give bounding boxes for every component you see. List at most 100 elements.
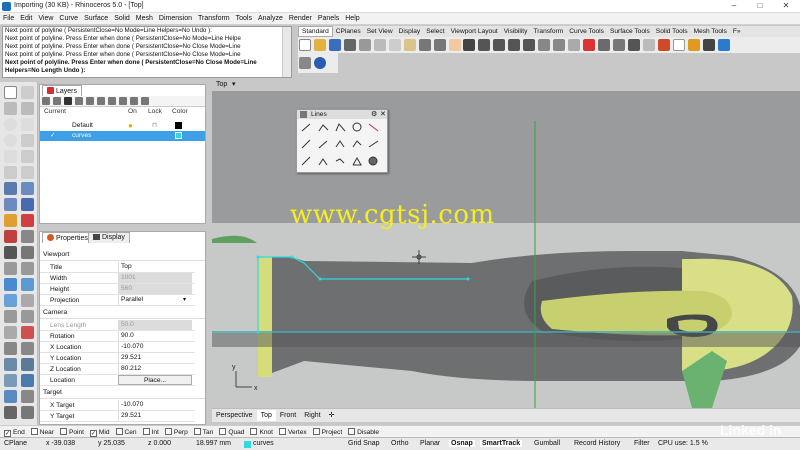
osnap-cen[interactable]: Cen: [115, 428, 137, 436]
current-layer[interactable]: curves: [253, 440, 274, 447]
line-from-midpoint-icon[interactable]: [368, 140, 379, 148]
checkbox-icon[interactable]: [250, 428, 258, 435]
osnap-point[interactable]: Point: [59, 428, 84, 436]
menu-solid[interactable]: Solid: [111, 13, 133, 22]
extrude-icon[interactable]: [4, 374, 17, 387]
osnap-vertex[interactable]: Vertex: [278, 428, 307, 436]
hide-objects-icon[interactable]: [568, 39, 581, 51]
material-icon[interactable]: [672, 39, 685, 51]
solid-tools-icon[interactable]: [21, 198, 34, 211]
menu-render[interactable]: Render: [286, 13, 315, 22]
save-icon[interactable]: [328, 39, 341, 51]
help-icon[interactable]: [141, 97, 149, 105]
arc-icon[interactable]: [21, 118, 34, 131]
line-fit-points-icon[interactable]: [368, 156, 378, 166]
split-icon[interactable]: [21, 262, 34, 275]
curve-from-objects-icon[interactable]: [4, 166, 17, 179]
checkbox-icon[interactable]: [30, 428, 38, 435]
checkbox-icon[interactable]: [219, 428, 227, 435]
record-history-toggle[interactable]: Record History: [574, 440, 620, 447]
polyline-vertex[interactable]: [466, 277, 470, 281]
checkbox-icon[interactable]: [142, 428, 150, 435]
command-prompt-continued[interactable]: Helpers=No Length Undo ):: [3, 67, 291, 75]
copy-icon[interactable]: [388, 39, 401, 51]
toolbar-drag-icon[interactable]: [300, 111, 307, 118]
open-folder-icon[interactable]: [313, 39, 326, 51]
shade-icon[interactable]: [642, 39, 655, 51]
light-icon[interactable]: [687, 39, 700, 51]
tab-visibility[interactable]: Visibility: [501, 27, 531, 36]
new-file-icon[interactable]: [299, 39, 311, 51]
point-icon[interactable]: [21, 86, 34, 99]
minimize-button[interactable]: –: [724, 1, 744, 12]
curve-icon[interactable]: [21, 102, 34, 115]
line-bisector-icon[interactable]: [318, 140, 328, 149]
gear-icon[interactable]: ⚙: [371, 110, 377, 118]
menu-help[interactable]: Help: [342, 13, 362, 22]
line-segments-icon[interactable]: [318, 124, 329, 132]
line-perpendicular-icon[interactable]: [368, 123, 379, 132]
options-gear-icon[interactable]: [702, 39, 715, 51]
render-icon[interactable]: [657, 39, 670, 51]
layer-options-icon[interactable]: [130, 97, 138, 105]
menu-tools[interactable]: Tools: [233, 13, 255, 22]
unlock-icon[interactable]: ⊓: [152, 121, 157, 129]
tab-cplanes[interactable]: CPlanes: [333, 27, 364, 36]
tab-mesh-tools[interactable]: Mesh Tools: [691, 27, 730, 36]
osnap-tan[interactable]: Tan: [193, 428, 213, 436]
maximize-button[interactable]: □: [750, 1, 770, 12]
blend-icon[interactable]: [4, 342, 17, 355]
menu-panels[interactable]: Panels: [315, 13, 342, 22]
viewport-title[interactable]: Top: [216, 81, 227, 88]
four-viewports-icon[interactable]: [538, 39, 551, 51]
checkbox-icon[interactable]: [164, 428, 172, 435]
transform-icon[interactable]: [4, 230, 17, 243]
line-four-point-icon[interactable]: [318, 158, 328, 166]
patch-icon[interactable]: [4, 390, 17, 403]
zoom-extents-icon[interactable]: [508, 39, 521, 51]
line-single-icon[interactable]: [301, 123, 311, 132]
prop-title-input[interactable]: Top: [118, 262, 192, 272]
projection-select[interactable]: Parallel: [118, 295, 192, 305]
tab-viewport-layout[interactable]: Viewport Layout: [448, 27, 501, 36]
planar-toggle[interactable]: Planar: [420, 440, 440, 447]
tab-select[interactable]: Select: [423, 27, 447, 36]
zoom-icon[interactable]: [478, 39, 491, 51]
tab-perspective[interactable]: Perspective: [212, 410, 257, 421]
move-up-icon[interactable]: [75, 97, 83, 105]
tab-display[interactable]: Display: [88, 232, 130, 243]
object-snap-icon[interactable]: [627, 39, 640, 51]
tools-icon[interactable]: [4, 406, 17, 419]
osnap-near[interactable]: Near: [30, 428, 54, 436]
zoom-selected-icon[interactable]: [523, 39, 536, 51]
osnap-toggle[interactable]: Osnap: [449, 440, 475, 447]
osnap-project[interactable]: Project: [312, 428, 342, 436]
tab-surface-tools[interactable]: Surface Tools: [607, 27, 653, 36]
menu-edit[interactable]: Edit: [17, 13, 35, 22]
checkbox-icon[interactable]: [59, 428, 67, 435]
section-camera[interactable]: Camera: [40, 308, 205, 319]
line-angled-icon[interactable]: [301, 139, 311, 149]
analyze-icon[interactable]: [21, 326, 34, 339]
layer-icon[interactable]: [598, 39, 611, 51]
tab-standard[interactable]: Standard: [298, 26, 333, 37]
close-icon[interactable]: ✕: [380, 110, 386, 118]
x-location-input[interactable]: -10.070: [118, 342, 192, 352]
tab-transform[interactable]: Transform: [530, 27, 566, 36]
command-scrollbar[interactable]: [282, 27, 291, 77]
select-all-icon[interactable]: [553, 39, 566, 51]
menu-mesh[interactable]: Mesh: [133, 13, 156, 22]
rotation-input[interactable]: 90.0: [118, 331, 192, 341]
zoom-window-icon[interactable]: [493, 39, 506, 51]
circle-icon[interactable]: [4, 118, 17, 131]
command-history[interactable]: Next point of polyline ( PersistentClose…: [2, 26, 292, 78]
more-tools-icon[interactable]: [21, 406, 34, 419]
polyline-icon[interactable]: [335, 123, 346, 132]
osnap-int[interactable]: Int: [142, 428, 159, 436]
revolve-icon[interactable]: [21, 374, 34, 387]
menu-file[interactable]: File: [0, 13, 17, 22]
new-sublayer-icon[interactable]: [53, 97, 61, 105]
polyline-vertex[interactable]: [256, 330, 260, 334]
properties-icon[interactable]: [358, 39, 371, 51]
redo-icon[interactable]: [433, 39, 446, 51]
